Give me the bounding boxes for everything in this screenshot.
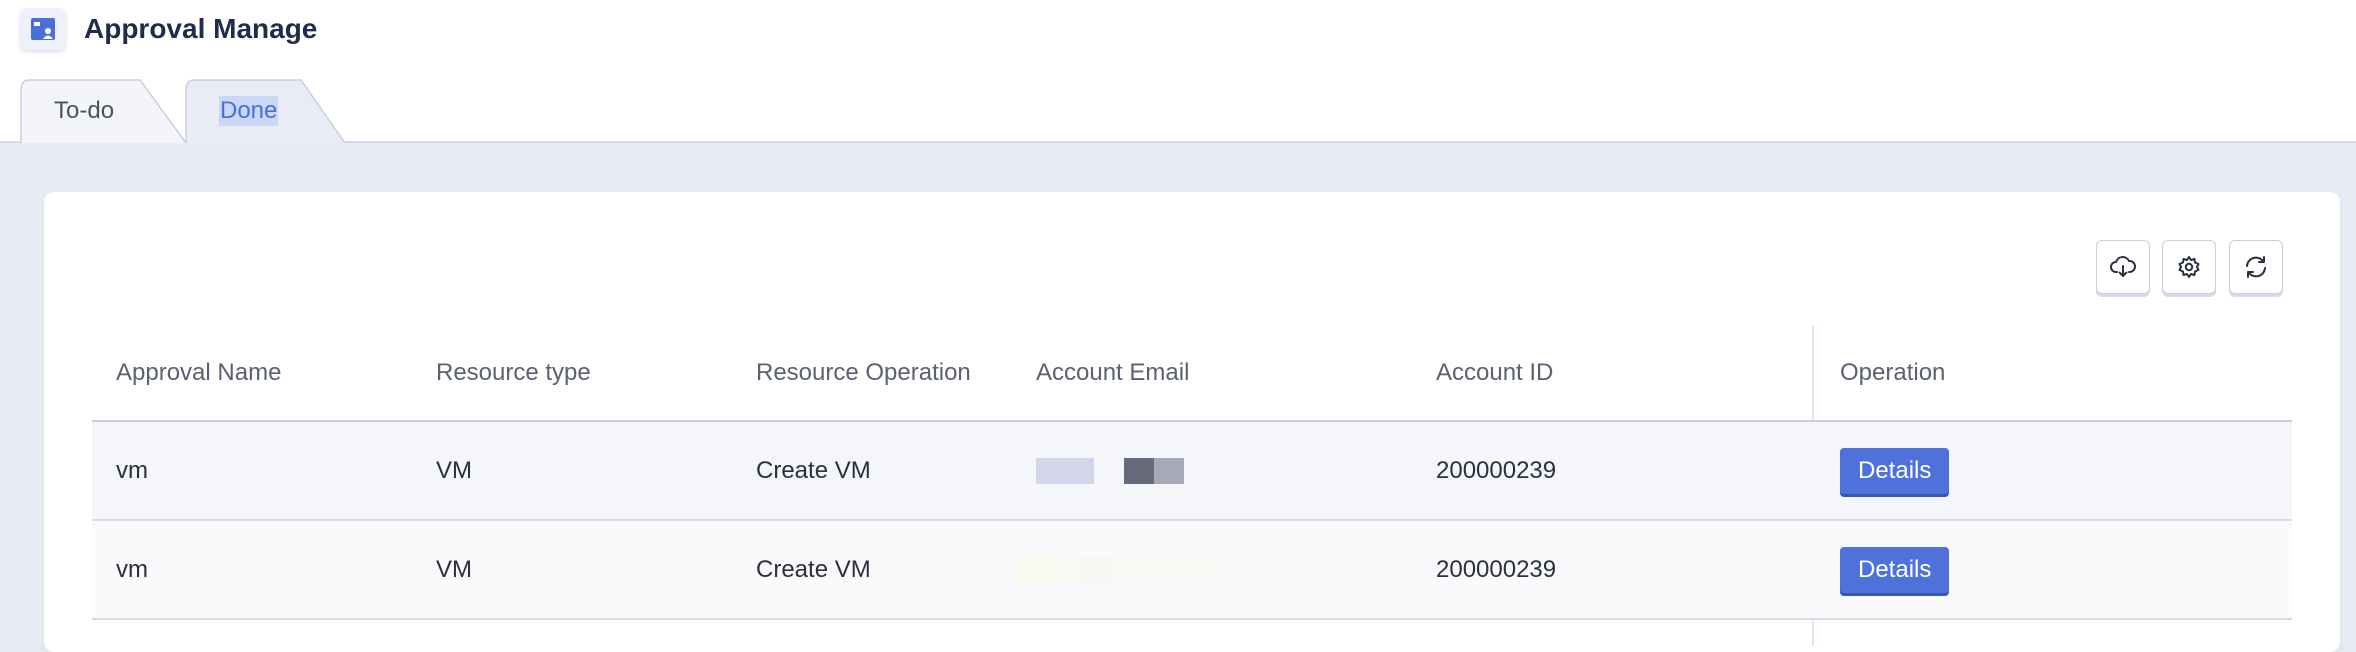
cell-resource-type: VM — [436, 456, 472, 484]
settings-button[interactable] — [2162, 240, 2216, 294]
cell-account-email-redacted — [1016, 521, 1216, 618]
table-row: vm VM Create VM 200000239 Details — [92, 422, 2292, 521]
tab-label: To-do — [54, 97, 115, 124]
gear-icon — [2178, 256, 2200, 278]
approval-list-card: Approval Name Resource type Resource Ope… — [44, 192, 2340, 652]
cell-approval-name: vm — [116, 555, 148, 583]
redacted-email — [1036, 457, 1184, 484]
refresh-icon — [2246, 256, 2266, 278]
tab-done[interactable]: Done — [185, 79, 347, 143]
table-row: vm VM Create VM 200000239 Details — [92, 521, 2292, 620]
header-bar: Approval Manage To-do Done — [0, 0, 2356, 143]
tab-label: Done — [219, 96, 279, 126]
cloud-download-icon — [2110, 256, 2136, 277]
column-header-account-id[interactable]: Account ID — [1436, 326, 1553, 420]
cell-operation: Details — [1840, 422, 1950, 519]
cell-approval-name: vm — [116, 456, 148, 484]
cell-account-id: 200000239 — [1436, 555, 1557, 583]
column-header-resource-type[interactable]: Resource type — [436, 326, 591, 420]
details-button[interactable]: Details — [1840, 546, 1950, 593]
column-header-account-email[interactable]: Account Email — [1036, 326, 1189, 420]
refresh-button[interactable] — [2229, 240, 2283, 294]
approval-manage-icon — [20, 8, 66, 50]
cell-resource-operation: Create VM — [756, 555, 871, 583]
cell-operation: Details — [1840, 521, 1950, 618]
cell-resource-type: VM — [436, 555, 472, 583]
tab-to-do[interactable]: To-do — [20, 79, 188, 143]
download-button[interactable] — [2096, 240, 2150, 294]
cell-account-email-redacted — [1036, 422, 1184, 519]
redacted-email — [1016, 556, 1216, 583]
table-header: Approval Name Resource type Resource Ope… — [92, 326, 2292, 422]
column-header-approval-name[interactable]: Approval Name — [116, 326, 281, 420]
approval-table: Approval Name Resource type Resource Ope… — [92, 326, 2292, 646]
details-button[interactable]: Details — [1840, 447, 1950, 494]
cell-resource-operation: Create VM — [756, 456, 871, 484]
cell-account-id: 200000239 — [1436, 456, 1557, 484]
column-header-resource-operation[interactable]: Resource Operation — [756, 326, 971, 420]
column-header-operation: Operation — [1840, 359, 1946, 386]
page-title: Approval Manage — [84, 13, 318, 44]
